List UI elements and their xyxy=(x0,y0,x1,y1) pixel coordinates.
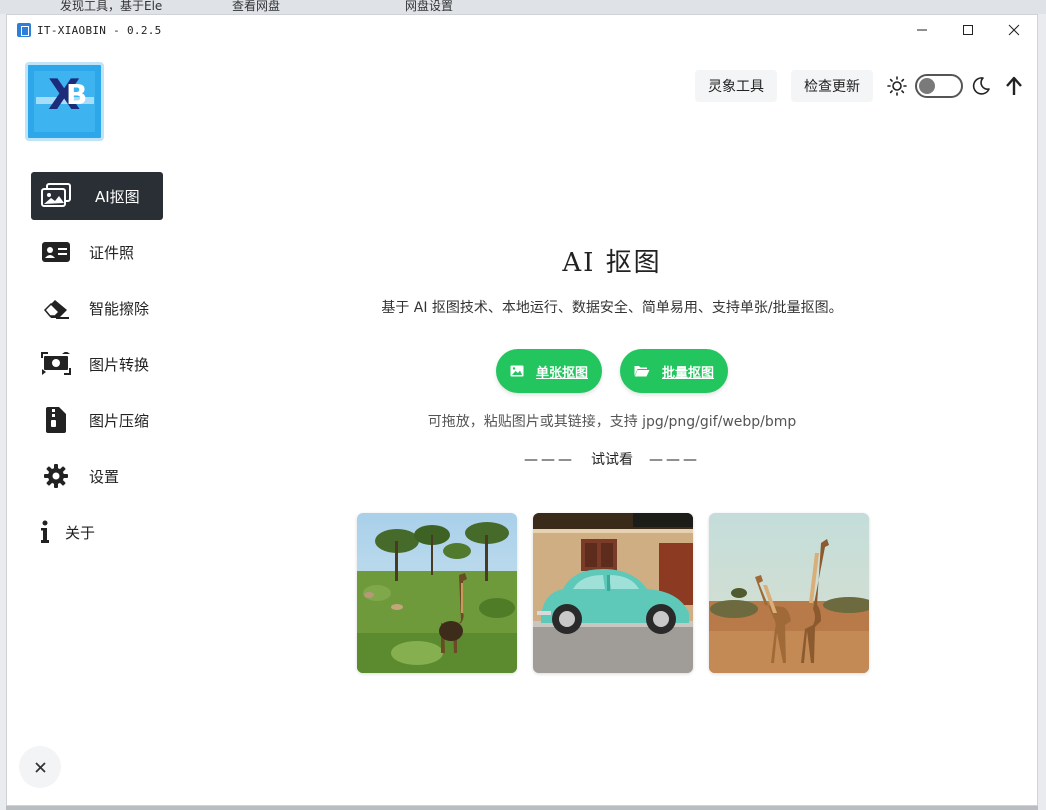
sidebar-item-about[interactable]: 关于 xyxy=(31,508,163,556)
app-window: IT-XIAOBIN - 0.2.5 X B AI抠图 证件照 智能擦除 图片转… xyxy=(6,14,1038,806)
close-icon xyxy=(1008,24,1020,36)
main-content: AI 抠图 基于 AI 抠图技术、本地运行、数据安全、简单易用、支持单张/批量抠… xyxy=(217,240,1007,470)
sidebar-item-smart-erase[interactable]: 智能擦除 xyxy=(31,284,163,332)
app-logo: X B xyxy=(25,62,104,141)
zip-file-icon xyxy=(39,407,73,433)
sample-images xyxy=(357,513,869,673)
app-icon xyxy=(17,23,31,37)
image-icon xyxy=(510,365,524,377)
background-browser-tabbar: 发现工具，基于Ele 查看网盘 网盘设置 xyxy=(0,0,1046,14)
maximize-button[interactable] xyxy=(945,15,991,45)
background-tab: 发现工具，基于Ele xyxy=(60,0,163,13)
try-it-label: 试试看 xyxy=(591,452,633,468)
drop-hint: 可拖放，粘贴图片或其链接，支持 jpg/png/gif/webp/bmp xyxy=(427,414,797,430)
page-title: AI 抠图 xyxy=(562,248,662,278)
theme-toggle[interactable] xyxy=(915,74,963,98)
folder-open-icon xyxy=(634,366,650,377)
header-actions: 灵象工具 检查更新 xyxy=(695,69,1023,103)
action-buttons: 单张抠图 批量抠图 xyxy=(217,349,1007,393)
id-card-icon xyxy=(39,241,73,263)
minimize-button[interactable] xyxy=(899,15,945,45)
sidebar-item-settings[interactable]: 设置 xyxy=(31,452,163,500)
window-controls xyxy=(899,15,1037,45)
sidebar-item-ai-cutout[interactable]: AI抠图 xyxy=(31,172,163,220)
sample-image-car[interactable] xyxy=(533,513,693,673)
page-description: 基于 AI 抠图技术、本地运行、数据安全、简单易用、支持单张/批量抠图。 xyxy=(381,300,843,316)
toggle-knob xyxy=(919,78,935,94)
gear-icon xyxy=(39,464,73,488)
convert-icon xyxy=(39,352,73,376)
arrow-up-icon[interactable] xyxy=(1005,76,1023,96)
sidebar-nav: AI抠图 证件照 智能擦除 图片转换 图片压缩 设置 关于 xyxy=(31,172,163,564)
sun-icon xyxy=(887,76,907,96)
sidebar-item-label: 设置 xyxy=(89,467,120,486)
eraser-icon xyxy=(39,297,73,319)
single-cutout-label: 单张抠图 xyxy=(535,365,588,381)
background-right-edge xyxy=(1038,14,1046,810)
title-bar: IT-XIAOBIN - 0.2.5 xyxy=(7,15,1037,45)
minimize-icon xyxy=(917,29,927,31)
check-update-button[interactable]: 检查更新 xyxy=(791,70,873,102)
divider-dash: ——— xyxy=(649,452,700,468)
sidebar-item-label: 关于 xyxy=(65,523,96,542)
maximize-icon xyxy=(963,25,973,35)
sidebar-item-label: 图片压缩 xyxy=(89,411,150,430)
sidebar-item-label: 智能擦除 xyxy=(89,299,150,318)
background-tab: 查看网盘 xyxy=(232,0,281,13)
batch-cutout-button[interactable]: 批量抠图 xyxy=(620,349,729,393)
collapse-sidebar-button[interactable] xyxy=(19,746,61,788)
window-title: IT-XIAOBIN - 0.2.5 xyxy=(37,23,162,37)
sidebar-item-label: 证件照 xyxy=(89,243,135,262)
sample-image-giraffe[interactable] xyxy=(357,513,517,673)
sidebar-item-id-photo[interactable]: 证件照 xyxy=(31,228,163,276)
image-cutout-icon xyxy=(39,183,73,209)
try-it-divider: ——— 试试看 ——— xyxy=(217,450,1007,470)
info-icon xyxy=(35,520,55,544)
moon-icon xyxy=(971,76,991,96)
sample-image-giraffes[interactable] xyxy=(709,513,869,673)
sidebar-item-image-convert[interactable]: 图片转换 xyxy=(31,340,163,388)
sidebar-item-label: 图片转换 xyxy=(89,355,150,374)
logo-text-b: B xyxy=(66,78,88,111)
batch-cutout-label: 批量抠图 xyxy=(662,365,715,381)
sidebar-item-label: AI抠图 xyxy=(95,187,140,206)
tools-button[interactable]: 灵象工具 xyxy=(695,70,777,102)
divider-dash: ——— xyxy=(524,452,575,468)
single-cutout-button[interactable]: 单张抠图 xyxy=(495,349,602,393)
sidebar-item-image-compress[interactable]: 图片压缩 xyxy=(31,396,163,444)
close-icon xyxy=(34,761,46,773)
close-window-button[interactable] xyxy=(991,15,1037,45)
background-tab: 网盘设置 xyxy=(405,0,454,13)
